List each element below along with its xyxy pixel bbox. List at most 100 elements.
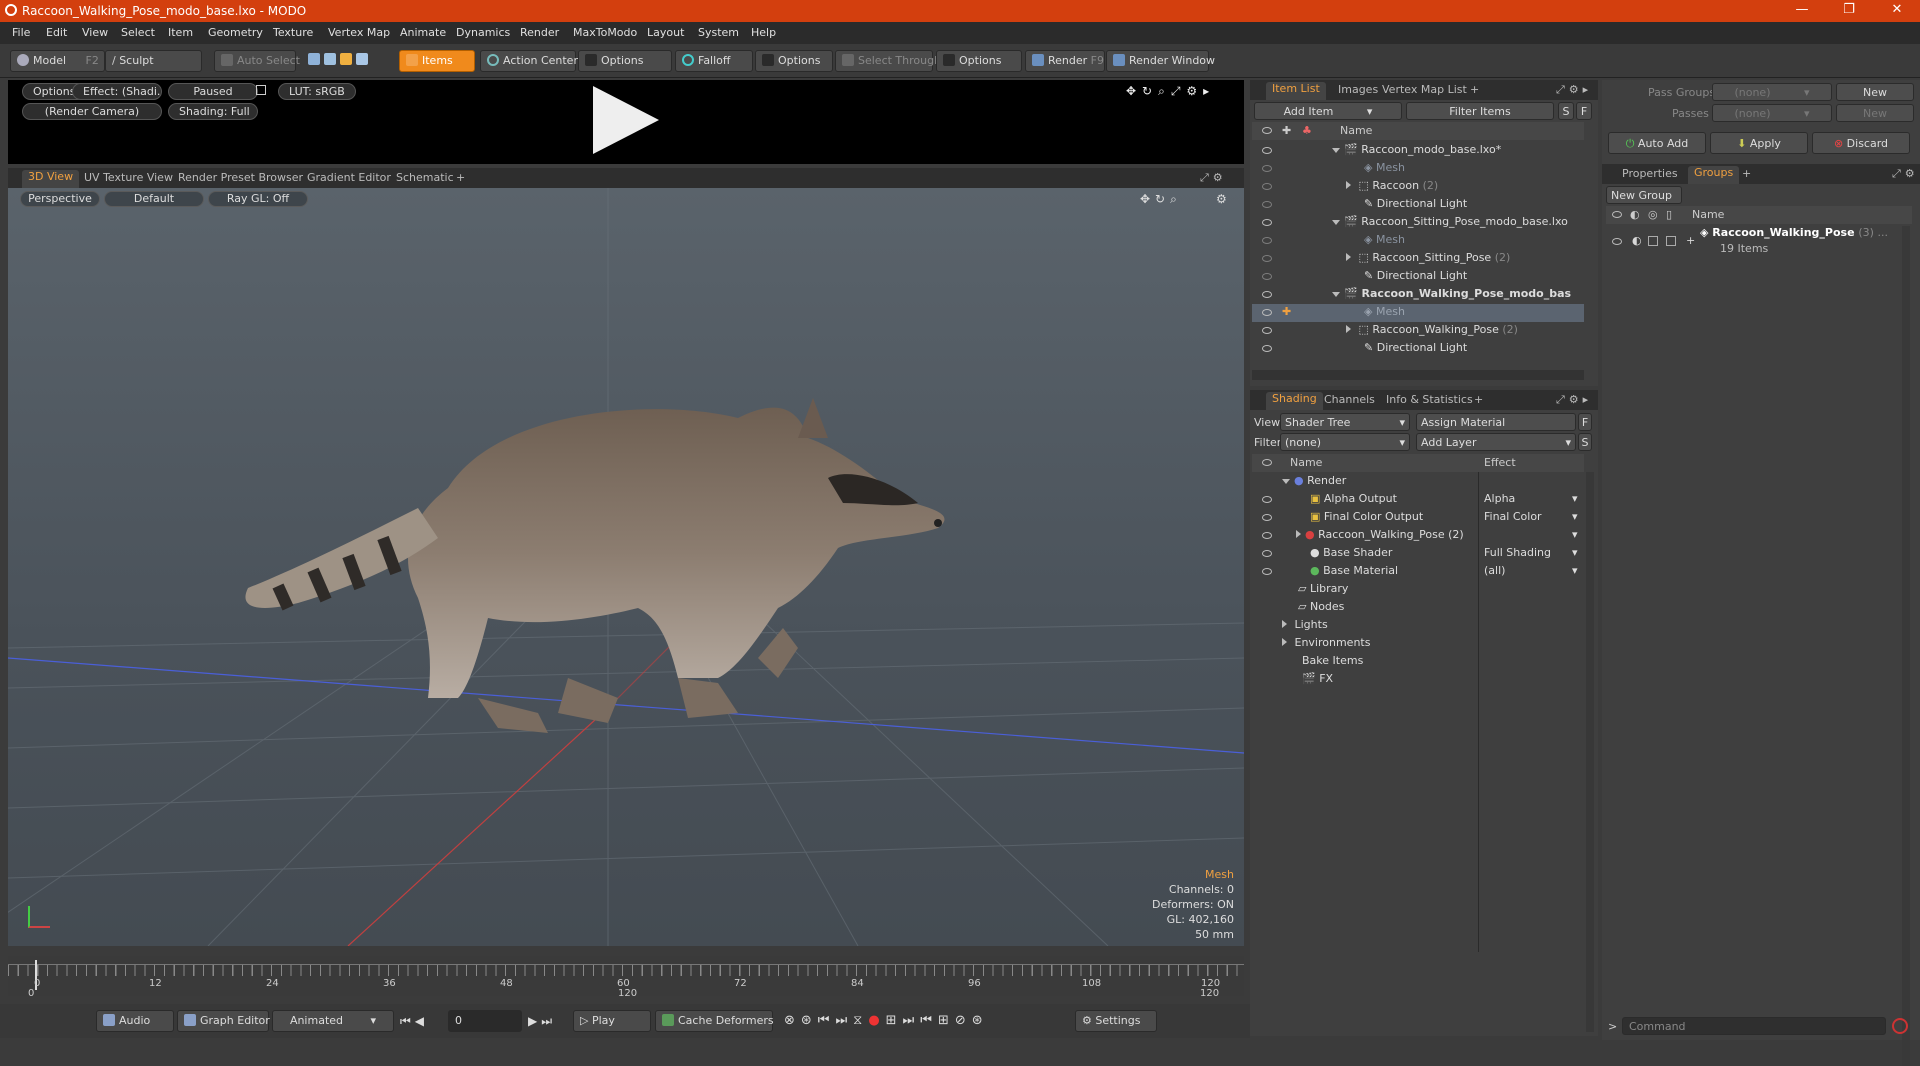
shader-effect[interactable]: (all) [1484,564,1505,577]
viewport-nav-icons[interactable]: ✥↻⌕ [1140,192,1182,207]
menu-edit[interactable]: Edit [46,26,67,39]
eye-icon[interactable] [1612,238,1622,245]
add-layer-dropdown[interactable]: Add Layer ▾ [1416,433,1576,451]
eye-icon[interactable] [1262,309,1272,316]
eye-icon[interactable] [1262,237,1272,244]
menu-system[interactable]: System [698,26,739,39]
shader-row[interactable]: ● Render [1252,473,1584,491]
tab-groups[interactable]: Groups [1688,166,1740,184]
raygl-dropdown[interactable]: Ray GL: Off [208,191,308,207]
menu-geometry[interactable]: Geometry [208,26,263,39]
tab-vertex-map-list[interactable]: Vertex Map List [1382,83,1467,96]
item-row-selected[interactable]: ✚ ◈ Mesh [1252,304,1584,322]
discard-button[interactable]: ⊗ Discard [1812,132,1910,154]
expand-icon[interactable] [1296,530,1301,538]
expand-icon[interactable] [1346,253,1351,261]
record-icon[interactable]: ● [868,1013,885,1028]
shader-row[interactable]: 🎬 FX [1252,671,1584,689]
lock-toggle-icon[interactable] [1648,236,1658,246]
menu-item[interactable]: Item [168,26,193,39]
shader-effect[interactable]: Full Shading [1484,546,1551,559]
collapse-icon[interactable] [1332,292,1340,297]
shader-row[interactable]: ▱ Library [1252,581,1584,599]
shader-row[interactable]: ▱ Nodes [1252,599,1584,617]
panel-corner-icons[interactable]: ⤢⚙▸ [1556,393,1592,407]
keyframe-tools-icons[interactable]: ⊗⊛⏮⏭⧖●⊞⏭⏮⊞⊘⊛ [784,1013,989,1028]
item-row[interactable]: 🎬 Raccoon_Walking_Pose_modo_bas ... [1252,286,1584,313]
new-pass-button[interactable]: New [1836,104,1914,122]
add-tab-icon[interactable]: + [1742,167,1751,180]
eye-icon[interactable] [1262,201,1272,208]
minimize-icon[interactable]: — [1787,2,1817,20]
play-button[interactable]: ▷ Play [573,1010,651,1032]
shader-row[interactable]: Environments [1252,635,1584,653]
search-f-button[interactable]: F [1576,102,1592,120]
expand-icon[interactable] [1282,620,1287,628]
frame-input[interactable]: 0 [448,1010,522,1032]
eye-icon[interactable] [1262,291,1272,298]
command-input[interactable]: Command [1622,1017,1886,1035]
tab-uv-texture-view[interactable]: UV Texture View [84,171,173,184]
shader-scrollbar[interactable] [1586,472,1594,1032]
eye-icon[interactable] [1262,219,1272,226]
group-row[interactable]: ◐ + ◈ Raccoon_Walking_Pose (3) ... 19 It… [1606,226,1912,262]
close-icon[interactable]: ✕ [1882,2,1912,20]
item-row[interactable]: ⬚ Raccoon_Sitting_Pose (2) [1252,250,1584,268]
new-group-button[interactable]: New Group [1606,186,1682,204]
prev-key-icons[interactable]: ⏮◀ [400,1014,428,1029]
timeline-ruler[interactable] [8,964,1244,976]
raccoon-model[interactable] [238,338,1058,778]
graph-editor-button[interactable]: Graph Editor [177,1010,270,1032]
pass-groups-dropdown[interactable]: (none) ▾ [1712,83,1832,101]
item-row[interactable]: ✎ Directional Light [1252,196,1584,214]
menu-view[interactable]: View [82,26,108,39]
select-through-button[interactable]: Select Through [835,50,941,72]
item-list-scrollbar[interactable] [1252,370,1584,380]
eye-icon[interactable] [1262,183,1272,190]
eye-icon[interactable] [1262,514,1272,521]
filter-items-field[interactable]: Filter Items [1406,102,1554,120]
sculpt-mode-button[interactable]: / Sculpt [105,50,202,72]
collapse-icon[interactable] [1282,479,1290,484]
render-window-button[interactable]: Render Window [1106,50,1215,72]
menu-file[interactable]: File [12,26,30,39]
render-toggle-icon[interactable]: ◐ [1632,234,1642,247]
lut-dropdown[interactable]: LUT: sRGB [278,83,356,100]
apply-button[interactable]: ⬇ Apply [1710,132,1808,154]
shader-effect[interactable]: Alpha [1484,492,1515,505]
tab-properties[interactable]: Properties [1622,167,1678,180]
item-row[interactable]: ⬚ Raccoon (2) [1252,178,1584,196]
shader-row[interactable]: ● Raccoon_Walking_Pose (2) ▾ [1252,527,1584,545]
play-preview-icon[interactable] [593,86,659,154]
lock-icon[interactable] [256,85,266,95]
menu-render[interactable]: Render [520,26,559,39]
3d-viewport[interactable]: Perspective Default Ray GL: Off ✥↻⌕ ⚙ Me… [8,188,1244,946]
tab-info-statistics[interactable]: Info & Statistics [1386,393,1473,406]
range-start[interactable]: 0 [28,988,34,999]
item-row[interactable]: ✎ Directional Light [1252,268,1584,286]
preview-effect-dropdown[interactable]: Effect: (Shadi... [72,83,162,100]
select-toggle-icon[interactable] [1666,236,1676,246]
shading-dropdown[interactable]: Shading: Full [168,103,258,120]
menu-dynamics[interactable]: Dynamics [456,26,510,39]
add-tab-icon[interactable]: + [1470,83,1479,96]
item-row[interactable]: ⬚ Raccoon_Walking_Pose (2) [1252,322,1584,340]
select-through-options-button[interactable]: Options [936,50,1022,72]
viewport-style-dropdown[interactable]: Default [104,191,204,207]
item-row[interactable]: ◈ Mesh [1252,232,1584,250]
auto-select-button[interactable]: Auto Select [214,50,300,72]
add-tab-icon[interactable]: + [1474,393,1483,406]
add-item-dropdown[interactable]: Add Item ▾ [1254,102,1402,120]
groups-scrollbar[interactable] [1902,226,1910,1066]
tab-images[interactable]: Images [1338,83,1378,96]
view-dropdown[interactable]: Shader Tree ▾ [1280,413,1410,431]
menu-animate[interactable]: Animate [400,26,446,39]
render-button[interactable]: Render F9 [1025,50,1105,72]
settings-button[interactable]: ⚙ Settings [1075,1010,1157,1032]
viewport-settings-icon[interactable]: ⚙ [1216,192,1227,206]
restore-icon[interactable]: ❐ [1834,2,1864,20]
tab-shading[interactable]: Shading [1266,392,1323,410]
item-row[interactable]: ◈ Mesh [1252,160,1584,178]
items-mode-button[interactable]: Items [399,50,475,72]
tab-render-preset-browser[interactable]: Render Preset Browser [178,171,303,184]
